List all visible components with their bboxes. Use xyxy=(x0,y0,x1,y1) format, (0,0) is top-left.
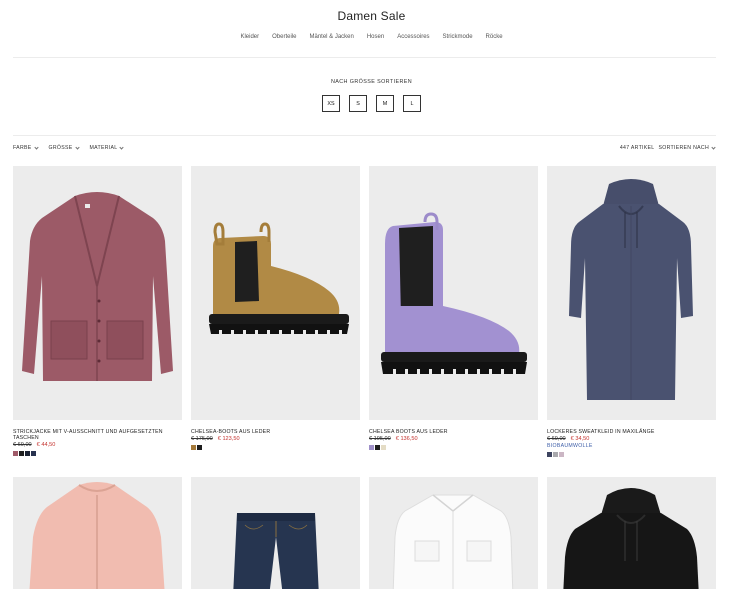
category-link-maentel-jacken[interactable]: Mäntel & Jacken xyxy=(309,34,353,40)
color-swatch[interactable] xyxy=(19,451,24,456)
sale-price: € 34,50 xyxy=(570,436,590,442)
chevron-down-icon xyxy=(33,144,39,150)
size-button-m[interactable]: M xyxy=(376,95,394,112)
result-count: 447 ARTIKEL xyxy=(619,145,655,151)
product-card[interactable] xyxy=(191,477,360,589)
product-name[interactable]: STRICKJACKE MIT V-AUSSCHNITT UND AUFGESE… xyxy=(13,429,182,441)
category-link-roecke[interactable]: Röcke xyxy=(486,34,503,40)
cardigan-image[interactable] xyxy=(13,166,182,420)
sort-label: SORTIEREN NACH xyxy=(658,145,709,151)
category-link-oberteile[interactable]: Oberteile xyxy=(272,34,296,40)
color-swatch[interactable] xyxy=(191,445,196,450)
size-sort-buttons: XS S M L xyxy=(0,95,743,112)
filter-size-dropdown[interactable]: GRÖSSE xyxy=(48,144,80,151)
color-swatch[interactable] xyxy=(13,451,18,456)
hoodie-dress-image[interactable] xyxy=(547,166,716,420)
product-card[interactable] xyxy=(369,477,538,589)
color-swatch[interactable] xyxy=(375,445,380,450)
color-swatch[interactable] xyxy=(381,445,386,450)
sale-price: € 136,50 xyxy=(395,436,418,442)
original-price: € 69,00 xyxy=(547,436,566,442)
material-tag: BIOBAUMWOLLE xyxy=(547,443,593,449)
price-block: € 69,00 € 44,50 xyxy=(13,442,182,448)
tan-boot-image[interactable] xyxy=(191,166,360,420)
size-button-l[interactable]: L xyxy=(403,95,421,112)
product-card[interactable] xyxy=(13,477,182,589)
color-swatch[interactable] xyxy=(31,451,36,456)
pink-jacket-image[interactable] xyxy=(13,477,182,589)
chevron-down-icon xyxy=(711,144,716,150)
filter-color-dropdown[interactable]: FARBE xyxy=(13,144,39,151)
size-button-s[interactable]: S xyxy=(349,95,367,112)
divider xyxy=(13,57,716,58)
sort-dropdown[interactable]: SORTIEREN NACH xyxy=(658,144,716,151)
size-button-xs[interactable]: XS xyxy=(322,95,340,112)
filter-bar: FARBE GRÖSSE MATERIAL xyxy=(13,144,125,151)
page-title: Damen Sale xyxy=(337,9,406,23)
color-swatch[interactable] xyxy=(369,445,374,450)
sale-price: € 44,50 xyxy=(36,442,56,448)
color-swatches xyxy=(13,451,182,456)
original-price: € 195,00 xyxy=(369,436,391,442)
chevron-down-icon xyxy=(119,144,125,150)
color-swatches xyxy=(547,452,716,457)
sale-price: € 123,50 xyxy=(217,436,240,442)
product-name[interactable]: LOCKERES SWEATKLEID IN MAXILÄNGE xyxy=(547,429,716,435)
filter-label: FARBE xyxy=(13,145,32,151)
lilac-boot-image[interactable] xyxy=(369,166,538,420)
product-card[interactable]: LOCKERES SWEATKLEID IN MAXILÄNGE € 69,00… xyxy=(547,166,716,457)
category-link-kleider[interactable]: Kleider xyxy=(240,34,259,40)
price-block: € 69,00 € 34,50 xyxy=(547,436,716,442)
category-link-accessoires[interactable]: Accessoires xyxy=(397,34,429,40)
price-block: € 175,00 € 123,50 xyxy=(191,436,360,442)
color-swatches xyxy=(191,445,360,450)
size-sort-title: NACH GRÖSSE SORTIEREN xyxy=(330,79,413,85)
color-swatch[interactable] xyxy=(25,451,30,456)
filter-label: MATERIAL xyxy=(89,145,118,151)
black-hoodie-image[interactable] xyxy=(547,477,716,589)
category-link-strickmode[interactable]: Strickmode xyxy=(443,34,473,40)
color-swatch[interactable] xyxy=(559,452,564,457)
product-name[interactable]: CHELSEA-BOOTS AUS LEDER xyxy=(191,429,360,435)
product-card[interactable]: CHELSEA BOOTS AUS LEDER € 195,00 € 136,5… xyxy=(369,166,538,450)
white-shirt-image[interactable] xyxy=(369,477,538,589)
product-card[interactable]: CHELSEA-BOOTS AUS LEDER € 175,00 € 123,5… xyxy=(191,166,360,450)
chevron-down-icon xyxy=(74,144,80,150)
filter-material-dropdown[interactable]: MATERIAL xyxy=(89,144,125,151)
category-nav: Kleider Oberteile Mäntel & Jacken Hosen … xyxy=(0,34,743,40)
filter-label: GRÖSSE xyxy=(48,145,73,151)
color-swatches xyxy=(369,445,538,450)
color-swatch[interactable] xyxy=(553,452,558,457)
product-card[interactable] xyxy=(547,477,716,589)
result-toolbar: 447 ARTIKEL SORTIEREN NACH xyxy=(619,144,716,151)
price-block: € 195,00 € 136,50 xyxy=(369,436,538,442)
color-swatch[interactable] xyxy=(197,445,202,450)
original-price: € 69,00 xyxy=(13,442,32,448)
original-price: € 175,00 xyxy=(191,436,213,442)
product-card[interactable]: STRICKJACKE MIT V-AUSSCHNITT UND AUFGESE… xyxy=(13,166,182,456)
divider xyxy=(13,135,716,136)
category-link-hosen[interactable]: Hosen xyxy=(367,34,384,40)
product-name[interactable]: CHELSEA BOOTS AUS LEDER xyxy=(369,429,538,435)
jeans-image[interactable] xyxy=(191,477,360,589)
color-swatch[interactable] xyxy=(547,452,552,457)
